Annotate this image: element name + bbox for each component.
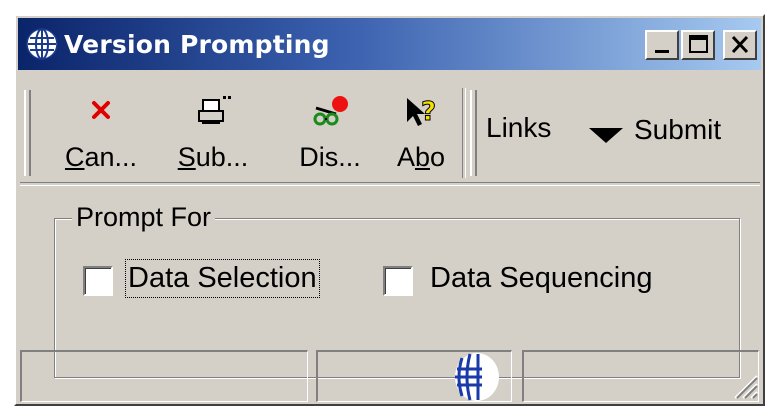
about-button[interactable]: ? Abo bbox=[386, 92, 456, 176]
status-panel-2 bbox=[316, 350, 512, 402]
submit-button[interactable]: Sub... bbox=[162, 92, 264, 176]
red-x-icon bbox=[92, 101, 110, 119]
close-icon bbox=[731, 35, 749, 54]
toolbar-grip-2[interactable] bbox=[470, 90, 477, 176]
data-sequencing-label[interactable]: Data Sequencing bbox=[430, 262, 653, 295]
status-panel-1 bbox=[20, 350, 308, 402]
prompt-for-legend: Prompt For bbox=[72, 202, 216, 233]
globe-app-icon bbox=[26, 28, 58, 60]
close-button[interactable] bbox=[723, 30, 757, 60]
toolbar: Can... Sub... Dis... ? Abo Links Submit bbox=[20, 86, 748, 180]
submit-menu[interactable]: Submit bbox=[634, 114, 721, 146]
window-title: Version Prompting bbox=[64, 30, 330, 59]
help-pointer-icon: ? bbox=[407, 97, 437, 128]
dropdown-arrow-icon[interactable] bbox=[589, 126, 623, 144]
toolbar-grip[interactable] bbox=[24, 90, 31, 176]
svg-text:?: ? bbox=[421, 97, 436, 127]
status-panel-3 bbox=[522, 350, 759, 402]
data-selection-checkbox[interactable] bbox=[83, 266, 113, 296]
globe-icon bbox=[455, 353, 499, 401]
minimize-button[interactable] bbox=[645, 30, 679, 60]
submit-label: Sub... bbox=[177, 142, 249, 172]
data-selection-label[interactable]: Data Selection bbox=[125, 259, 320, 298]
maximize-icon bbox=[689, 35, 708, 53]
version-prompting-window: Version Prompting Can... Sub... Dis... ?… bbox=[14, 14, 765, 406]
minimize-icon bbox=[655, 50, 669, 53]
display-label: Dis... bbox=[299, 142, 361, 172]
status-bar bbox=[18, 350, 763, 404]
about-label: Abo bbox=[396, 142, 446, 172]
title-bar[interactable]: Version Prompting bbox=[18, 18, 761, 70]
toolbar-divider bbox=[20, 182, 760, 186]
maximize-button[interactable] bbox=[681, 30, 715, 60]
links-menu[interactable]: Links bbox=[486, 112, 551, 144]
display-button[interactable]: Dis... bbox=[282, 92, 378, 176]
toolbar-separator bbox=[462, 88, 466, 178]
resize-grip-icon[interactable] bbox=[729, 370, 759, 400]
cancel-button[interactable]: Can... bbox=[50, 92, 152, 176]
glasses-icon bbox=[313, 96, 348, 126]
printer-icon bbox=[198, 96, 231, 124]
data-sequencing-checkbox[interactable] bbox=[383, 266, 413, 296]
cancel-label: Can... bbox=[64, 142, 138, 172]
